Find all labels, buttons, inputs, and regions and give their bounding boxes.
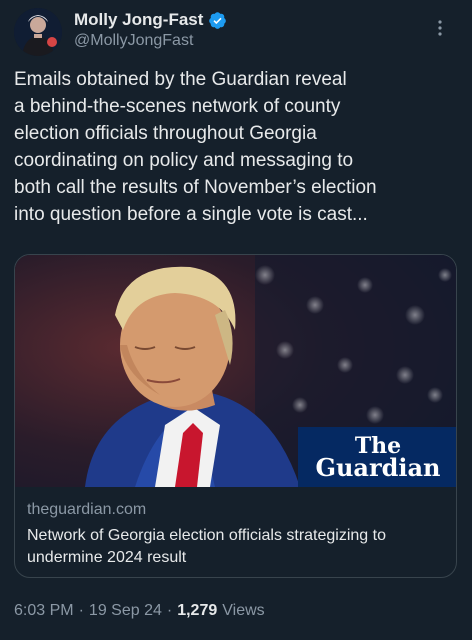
tweet-time[interactable]: 6:03 PM	[14, 602, 74, 620]
tweet-text: Emails obtained by the Guardian reveal a…	[14, 69, 377, 225]
card-title[interactable]: Network of Georgia election officials st…	[27, 525, 447, 569]
views-count[interactable]: 1,279	[177, 602, 217, 620]
author-handle[interactable]: @MollyJongFast	[74, 32, 193, 50]
tweet-meta: 6:03 PM · 19 Sep 24 · 1,279 Views	[14, 602, 265, 620]
author-display-name[interactable]: Molly Jong-Fast	[74, 10, 203, 30]
meta-separator: ·	[78, 602, 84, 619]
meta-separator: ·	[166, 602, 173, 619]
avatar[interactable]	[14, 8, 62, 56]
guardian-logo: The Guardian	[298, 427, 456, 487]
card-domain[interactable]: theguardian.com	[27, 501, 146, 519]
more-options-icon[interactable]	[430, 18, 450, 38]
tweet-date[interactable]: 19 Sep 24	[89, 602, 162, 620]
tweet: Molly Jong-Fast @MollyJongFast Emails ob…	[0, 0, 472, 640]
verified-badge-icon	[208, 11, 227, 30]
profile-photo-icon	[14, 8, 62, 56]
card-image[interactable]: The Guardian	[15, 255, 456, 487]
link-preview-card[interactable]: The Guardian theguardian.com Network of …	[14, 254, 457, 578]
guardian-logo-name: Guardian	[315, 453, 441, 482]
author-name-row[interactable]: Molly Jong-Fast	[74, 10, 227, 30]
views-label: Views	[222, 602, 265, 619]
